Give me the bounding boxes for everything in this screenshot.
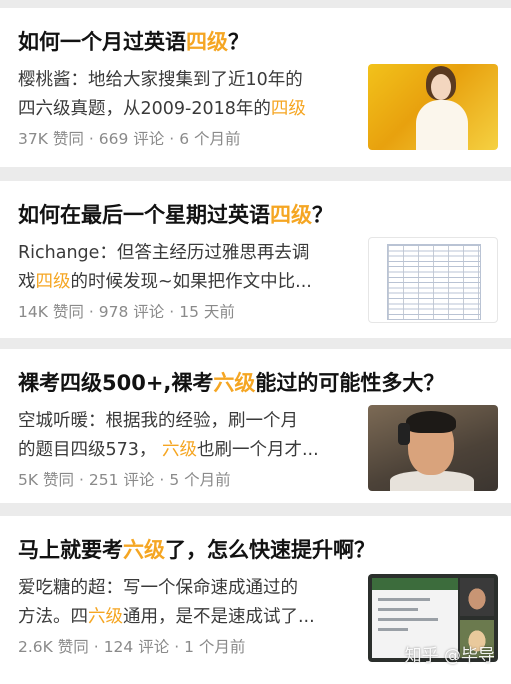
title-highlight: 六级 (123, 538, 165, 562)
thumbnail-image[interactable] (368, 237, 498, 323)
title-text: 了，怎么快速提升啊？ (165, 538, 375, 562)
answer-excerpt[interactable]: Richange：但答主经历过雅思再去调 戏四级的时候发现~如果把作文中比... (18, 239, 356, 297)
vote-count: 37K 赞同 (18, 130, 84, 148)
title-text: ？ (312, 203, 333, 227)
vote-count: 14K 赞同 (18, 303, 84, 321)
answer-meta: 14K 赞同 · 978 评论 · 15 天前 (18, 303, 235, 321)
title-text: 马上就要考 (18, 538, 123, 562)
excerpt-line: 戏四级的时候发现~如果把作文中比... (18, 272, 312, 292)
question-title[interactable]: 马上就要考六级了，怎么快速提升啊？ (18, 536, 499, 564)
title-highlight: 六级 (213, 371, 256, 395)
post-time: 5 个月前 (169, 471, 231, 489)
excerpt-line: 空城听暖：根据我的经验，刷一个月 (18, 411, 298, 431)
title-highlight: 四级 (186, 30, 228, 54)
title-text: 裸考四级500+,裸考 (18, 371, 214, 395)
excerpt-line: Richange：但答主经历过雅思再去调 (18, 243, 310, 263)
title-highlight: 四级 (270, 203, 312, 227)
title-text: 如何一个月过英语 (18, 30, 186, 54)
excerpt-line: 四六级真题，从2009-2018年的四级 (18, 99, 306, 119)
answer-excerpt[interactable]: 樱桃酱：地给大家搜集到了近10年的 四六级真题，从2009-2018年的四级 (18, 66, 356, 124)
answer-meta: 2.6K 赞同 · 124 评论 · 1 个月前 (18, 638, 246, 656)
comment-count: 978 评论 (98, 303, 165, 321)
comment-count: 669 评论 (98, 130, 165, 148)
thumbnail-image[interactable] (368, 405, 498, 491)
feed-card[interactable]: 裸考四级500+,裸考六级能过的可能性多大？ 空城听暖：根据我的经验，刷一个月 … (0, 349, 511, 503)
excerpt-line: 的题目四级573， 六级也刷一个月才... (18, 440, 319, 460)
question-title[interactable]: 如何一个月过英语四级？ (18, 28, 499, 56)
title-text: ？ (228, 30, 249, 54)
excerpt-line: 爱吃糖的超：写一个保命速成通过的 (18, 578, 298, 598)
post-time: 15 天前 (179, 303, 235, 321)
title-text: 能过的可能性多大？ (255, 371, 445, 395)
answer-excerpt[interactable]: 空城听暖：根据我的经验，刷一个月 的题目四级573， 六级也刷一个月才... (18, 407, 356, 465)
vote-count: 5K 赞同 (18, 471, 74, 489)
excerpt-line: 樱桃酱：地给大家搜集到了近10年的 (18, 70, 303, 90)
question-title[interactable]: 裸考四级500+,裸考六级能过的可能性多大？ (18, 369, 499, 397)
comment-count: 251 评论 (88, 471, 155, 489)
vote-count: 2.6K 赞同 (18, 638, 89, 656)
answer-meta: 5K 赞同 · 251 评论 · 5 个月前 (18, 471, 231, 489)
title-text: 如何在最后一个星期过英语 (18, 203, 270, 227)
answer-excerpt[interactable]: 爱吃糖的超：写一个保命速成通过的 方法。四六级通用，是不是速成试了... (18, 574, 356, 632)
question-title[interactable]: 如何在最后一个星期过英语四级？ (18, 201, 499, 229)
answer-meta: 37K 赞同 · 669 评论 · 6 个月前 (18, 130, 241, 148)
feed-card[interactable]: 如何一个月过英语四级？ 樱桃酱：地给大家搜集到了近10年的 四六级真题，从200… (0, 8, 511, 167)
thumbnail-image[interactable] (368, 64, 498, 150)
excerpt-line: 方法。四六级通用，是不是速成试了... (18, 607, 315, 627)
watermark: 知乎 @毕导 (404, 646, 495, 666)
post-time: 1 个月前 (184, 638, 246, 656)
post-time: 6 个月前 (179, 130, 241, 148)
feed-card[interactable]: 如何在最后一个星期过英语四级？ Richange：但答主经历过雅思再去调 戏四级… (0, 181, 511, 338)
comment-count: 124 评论 (103, 638, 170, 656)
